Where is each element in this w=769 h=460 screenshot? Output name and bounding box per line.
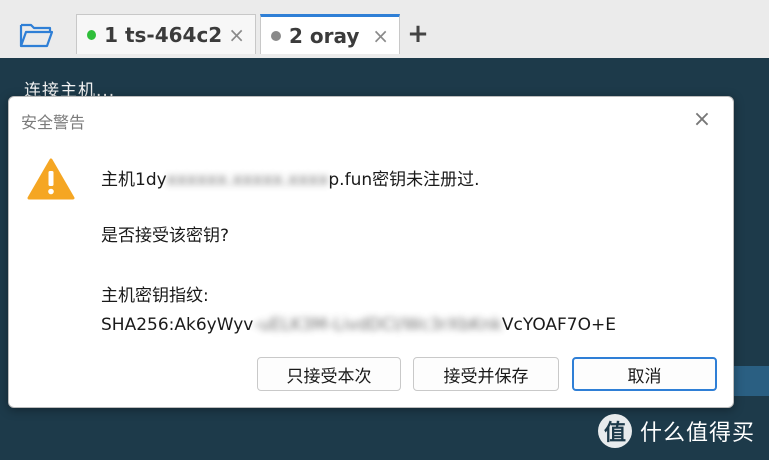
close-tab-icon[interactable]: × bbox=[228, 23, 245, 47]
watermark-logo-icon: 值 bbox=[598, 414, 632, 448]
disconnected-status-icon bbox=[271, 30, 281, 41]
watermark: 值 什么值得买 bbox=[598, 414, 755, 448]
fingerprint-value: SHA256:Ak6yWyv-uELK3M-LivdDCl/Wc3rXbKnkV… bbox=[101, 315, 616, 335]
security-warning-dialog: 安全警告 × 主机1dyxxxxxx.xxxxx.xxxxp.fun密钥未注册过… bbox=[8, 96, 734, 408]
cancel-button[interactable]: 取消 bbox=[572, 357, 717, 391]
host-key-message: 主机1dyxxxxxx.xxxxx.xxxxp.fun密钥未注册过. bbox=[101, 165, 480, 190]
accept-and-save-button[interactable]: 接受并保存 bbox=[413, 357, 559, 391]
accept-once-button[interactable]: 只接受本次 bbox=[257, 357, 401, 391]
tab-oray[interactable]: 2 oray × bbox=[260, 14, 400, 54]
tab-bar: 1 ts-464c2 × 2 oray × + bbox=[0, 0, 769, 58]
terminal-background-band bbox=[730, 366, 769, 396]
fingerprint-prefix: SHA256:Ak6yWyv bbox=[101, 315, 254, 335]
host-suffix: p.fun密钥未注册过. bbox=[328, 170, 480, 190]
open-folder-button[interactable] bbox=[16, 18, 56, 52]
blurred-fingerprint: -uELK3M-LivdDCl/Wc3rXbKnk bbox=[253, 315, 502, 335]
fingerprint-suffix: VcYOAF7O+E bbox=[501, 315, 616, 335]
connected-status-icon bbox=[87, 29, 97, 40]
fingerprint-label: 主机密钥指纹: bbox=[101, 286, 209, 306]
close-tab-icon[interactable]: × bbox=[372, 24, 389, 48]
accept-question: 是否接受该密钥? bbox=[101, 226, 230, 246]
tab-label: 1 ts-464c2 bbox=[104, 22, 223, 47]
blurred-hostname: xxxxxx.xxxxx.xxxx bbox=[166, 170, 329, 190]
dialog-close-icon[interactable]: × bbox=[689, 107, 715, 132]
tab-label: 2 oray bbox=[289, 23, 360, 48]
add-tab-button[interactable]: + bbox=[404, 18, 432, 50]
warning-icon bbox=[27, 158, 75, 200]
dialog-title: 安全警告 bbox=[21, 113, 86, 132]
folder-icon bbox=[19, 23, 53, 48]
host-prefix: 主机1dy bbox=[101, 170, 167, 190]
watermark-text: 什么值得买 bbox=[640, 421, 756, 446]
tab-ts-464c2[interactable]: 1 ts-464c2 × bbox=[76, 14, 256, 54]
